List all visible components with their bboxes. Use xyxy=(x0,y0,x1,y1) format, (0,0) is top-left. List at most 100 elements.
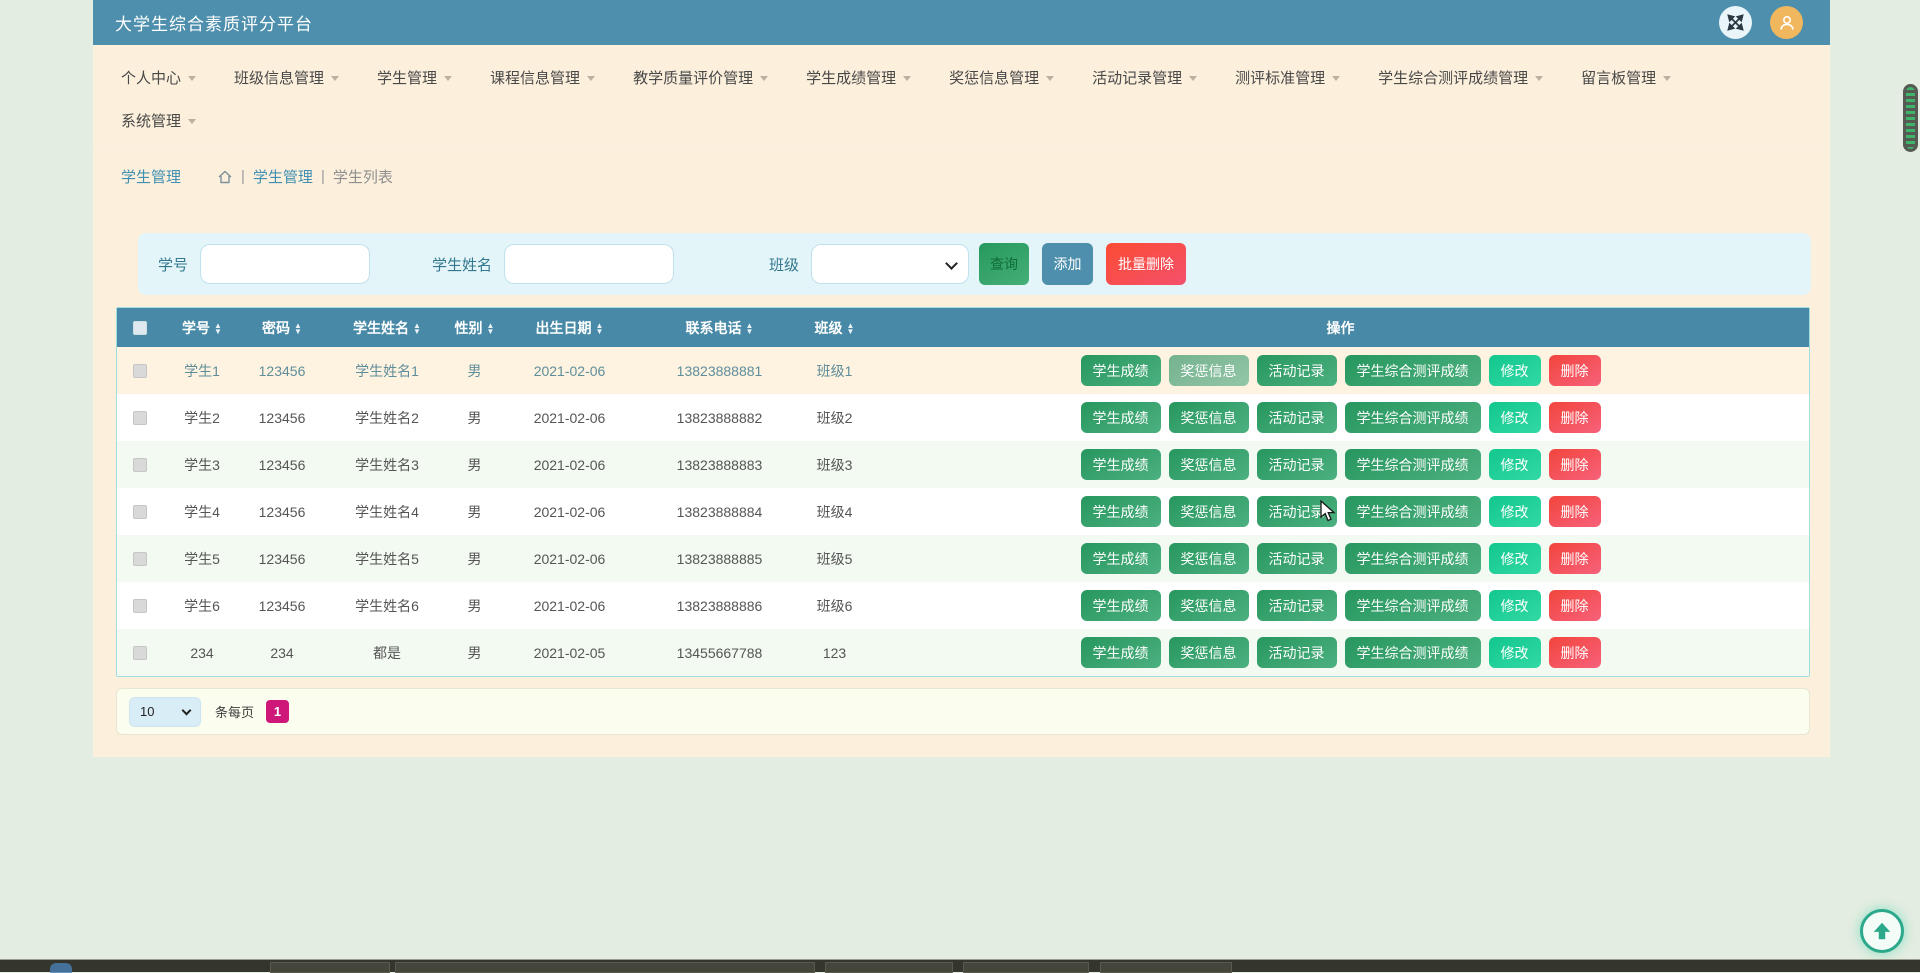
row-actions-cell: 学生成绩奖惩信息活动记录学生综合测评成绩修改删除 xyxy=(872,347,1809,394)
user-avatar[interactable] xyxy=(1770,6,1803,39)
rewards-punishments-button[interactable]: 奖惩信息 xyxy=(1169,637,1249,668)
column-header-label: 学号 xyxy=(182,320,210,336)
rewards-punishments-button[interactable]: 奖惩信息 xyxy=(1169,355,1249,386)
edit-button[interactable]: 修改 xyxy=(1489,355,1541,386)
student-name-input[interactable] xyxy=(504,244,674,284)
home-icon[interactable] xyxy=(217,169,233,185)
student-scores-button[interactable]: 学生成绩 xyxy=(1081,590,1161,621)
table-cell: 13823888882 xyxy=(642,394,797,441)
nav-menu-item[interactable]: 测评标准管理 xyxy=(1235,59,1340,96)
student-scores-button[interactable]: 学生成绩 xyxy=(1081,543,1161,574)
column-header[interactable]: 出生日期▲▼ xyxy=(497,308,642,347)
student-scores-button[interactable]: 学生成绩 xyxy=(1081,402,1161,433)
column-header[interactable]: 联系电话▲▼ xyxy=(642,308,797,347)
column-header[interactable]: 性别▲▼ xyxy=(452,308,497,347)
comprehensive-evaluation-button[interactable]: 学生综合测评成绩 xyxy=(1345,543,1481,574)
activity-records-button[interactable]: 活动记录 xyxy=(1257,496,1337,527)
edit-button[interactable]: 修改 xyxy=(1489,496,1541,527)
student-scores-button[interactable]: 学生成绩 xyxy=(1081,355,1161,386)
chevron-down-icon xyxy=(760,76,768,81)
row-checkbox[interactable] xyxy=(133,646,147,660)
os-taskbar[interactable] xyxy=(0,959,1920,972)
current-page-button[interactable]: 1 xyxy=(266,700,289,723)
nav-menu-item[interactable]: 班级信息管理 xyxy=(234,59,339,96)
delete-button[interactable]: 删除 xyxy=(1549,496,1601,527)
taskbar-item[interactable] xyxy=(825,962,953,973)
nav-menu-item[interactable]: 奖惩信息管理 xyxy=(949,59,1054,96)
batch-delete-button[interactable]: 批量删除 xyxy=(1106,243,1186,285)
nav-menu-item[interactable]: 课程信息管理 xyxy=(490,59,595,96)
rewards-punishments-button[interactable]: 奖惩信息 xyxy=(1169,496,1249,527)
column-header-label: 性别 xyxy=(455,320,483,336)
edit-button[interactable]: 修改 xyxy=(1489,543,1541,574)
nav-menu-item[interactable]: 学生管理 xyxy=(377,59,452,96)
rewards-punishments-button[interactable]: 奖惩信息 xyxy=(1169,590,1249,621)
comprehensive-evaluation-button[interactable]: 学生综合测评成绩 xyxy=(1345,449,1481,480)
table-cell: 班级5 xyxy=(797,535,872,582)
back-to-top-button[interactable] xyxy=(1860,909,1904,953)
activity-records-button[interactable]: 活动记录 xyxy=(1257,590,1337,621)
row-checkbox[interactable] xyxy=(133,411,147,425)
comprehensive-evaluation-button[interactable]: 学生综合测评成绩 xyxy=(1345,402,1481,433)
delete-button[interactable]: 删除 xyxy=(1549,402,1601,433)
activity-records-button[interactable]: 活动记录 xyxy=(1257,637,1337,668)
taskbar-item[interactable] xyxy=(1100,962,1232,973)
breadcrumb-separator: | xyxy=(241,168,245,185)
student-scores-button[interactable]: 学生成绩 xyxy=(1081,496,1161,527)
delete-button[interactable]: 删除 xyxy=(1549,449,1601,480)
comprehensive-evaluation-button[interactable]: 学生综合测评成绩 xyxy=(1345,637,1481,668)
rewards-punishments-button[interactable]: 奖惩信息 xyxy=(1169,449,1249,480)
fullscreen-button[interactable] xyxy=(1719,6,1752,39)
activity-records-button[interactable]: 活动记录 xyxy=(1257,402,1337,433)
nav-menu-item[interactable]: 个人中心 xyxy=(121,59,196,96)
column-header[interactable]: 学号▲▼ xyxy=(162,308,242,347)
edit-button[interactable]: 修改 xyxy=(1489,402,1541,433)
class-select[interactable] xyxy=(811,244,969,284)
activity-records-button[interactable]: 活动记录 xyxy=(1257,543,1337,574)
delete-button[interactable]: 删除 xyxy=(1549,590,1601,621)
row-checkbox[interactable] xyxy=(133,599,147,613)
breadcrumb-item-parent[interactable]: 学生管理 xyxy=(253,166,313,187)
taskbar-item[interactable] xyxy=(963,962,1089,973)
page-scrollbar-thumb[interactable] xyxy=(1903,84,1918,152)
student-scores-button[interactable]: 学生成绩 xyxy=(1081,637,1161,668)
nav-menu-item[interactable]: 学生成绩管理 xyxy=(806,59,911,96)
row-checkbox[interactable] xyxy=(133,364,147,378)
delete-button[interactable]: 删除 xyxy=(1549,637,1601,668)
nav-menu-item[interactable]: 活动记录管理 xyxy=(1092,59,1197,96)
table-cell: 班级1 xyxy=(797,347,872,394)
nav-menu-item[interactable]: 留言板管理 xyxy=(1581,59,1671,96)
comprehensive-evaluation-button[interactable]: 学生综合测评成绩 xyxy=(1345,496,1481,527)
delete-button[interactable]: 删除 xyxy=(1549,355,1601,386)
edit-button[interactable]: 修改 xyxy=(1489,449,1541,480)
taskbar-item[interactable] xyxy=(270,962,390,973)
row-checkbox[interactable] xyxy=(133,505,147,519)
nav-menu-item[interactable]: 系统管理 xyxy=(121,102,196,139)
nav-menu-item[interactable]: 学生综合测评成绩管理 xyxy=(1378,59,1543,96)
rewards-punishments-button[interactable]: 奖惩信息 xyxy=(1169,402,1249,433)
student-id-input[interactable] xyxy=(200,244,370,284)
taskbar-item[interactable] xyxy=(395,962,815,973)
row-checkbox[interactable] xyxy=(133,552,147,566)
select-all-checkbox[interactable] xyxy=(133,321,147,335)
query-button[interactable]: 查询 xyxy=(979,243,1029,285)
table-cell: 都是 xyxy=(322,629,452,676)
column-header[interactable]: 学生姓名▲▼ xyxy=(322,308,452,347)
edit-button[interactable]: 修改 xyxy=(1489,590,1541,621)
activity-records-button[interactable]: 活动记录 xyxy=(1257,355,1337,386)
add-button[interactable]: 添加 xyxy=(1042,243,1093,285)
student-scores-button[interactable]: 学生成绩 xyxy=(1081,449,1161,480)
delete-button[interactable]: 删除 xyxy=(1549,543,1601,574)
nav-menu-item[interactable]: 教学质量评价管理 xyxy=(633,59,768,96)
rewards-punishments-button[interactable]: 奖惩信息 xyxy=(1169,543,1249,574)
row-checkbox[interactable] xyxy=(133,458,147,472)
nav-menu-item-label: 班级信息管理 xyxy=(234,67,324,88)
comprehensive-evaluation-button[interactable]: 学生综合测评成绩 xyxy=(1345,590,1481,621)
page-size-select[interactable]: 10 xyxy=(129,697,201,727)
edit-button[interactable]: 修改 xyxy=(1489,637,1541,668)
comprehensive-evaluation-button[interactable]: 学生综合测评成绩 xyxy=(1345,355,1481,386)
activity-records-button[interactable]: 活动记录 xyxy=(1257,449,1337,480)
sort-icon: ▲▼ xyxy=(413,323,421,335)
column-header[interactable]: 密码▲▼ xyxy=(242,308,322,347)
column-header[interactable]: 班级▲▼ xyxy=(797,308,872,347)
